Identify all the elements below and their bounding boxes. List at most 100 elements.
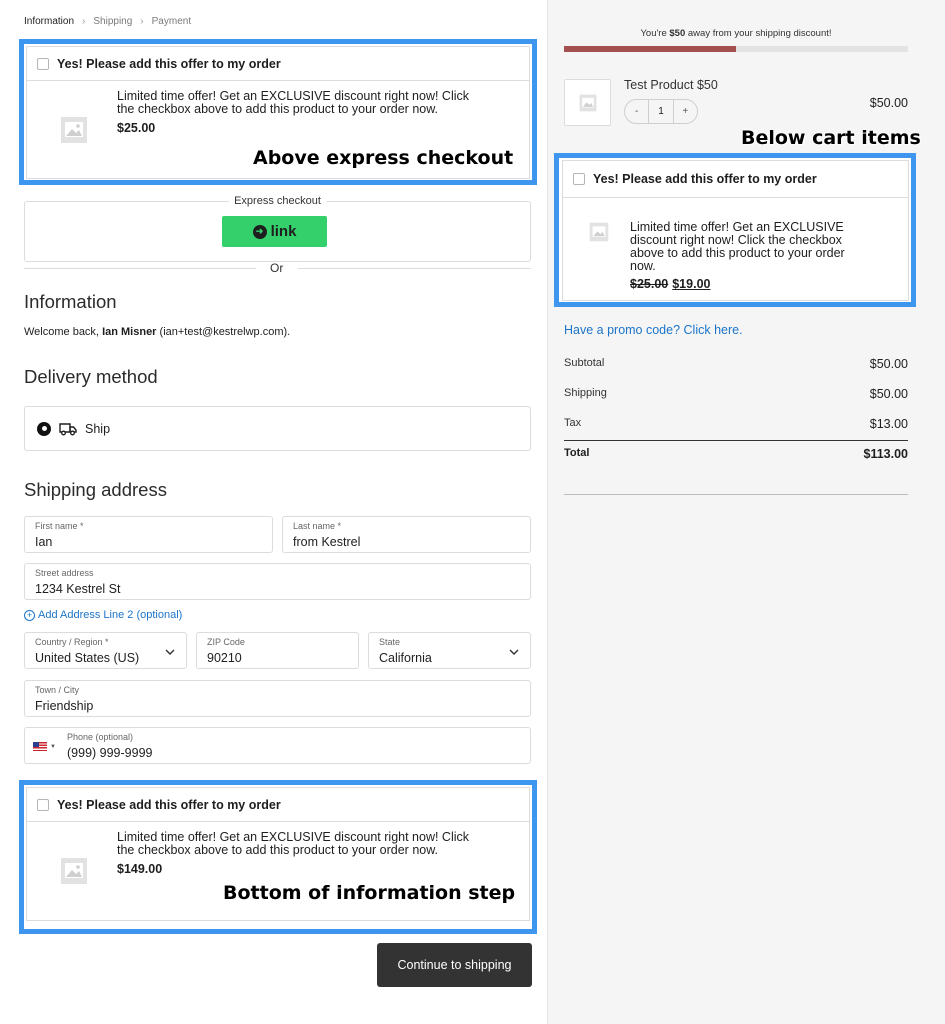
chevron-down-icon bbox=[509, 649, 519, 655]
zip-code-field[interactable]: ZIP Code 90210 bbox=[196, 632, 359, 669]
city-field[interactable]: Town / City Friendship bbox=[24, 680, 531, 717]
country-select[interactable]: Country / Region * United States (US) bbox=[24, 632, 187, 669]
truck-icon bbox=[59, 422, 77, 435]
offer-checkbox-label[interactable]: Yes! Please add this offer to my order bbox=[57, 57, 281, 71]
order-summary-sidebar: You're $50 away from your shipping disco… bbox=[547, 0, 945, 1024]
offer-checkbox[interactable] bbox=[37, 57, 49, 70]
divider bbox=[564, 494, 908, 495]
quantity-stepper: - 1 + bbox=[624, 99, 698, 124]
field-value: California bbox=[379, 651, 432, 665]
tax-row: Tax $13.00 bbox=[564, 417, 908, 431]
image-placeholder-icon bbox=[61, 117, 87, 143]
field-value: 1234 Kestrel St bbox=[35, 582, 121, 596]
user-email: (ian+test@kestrelwp.com). bbox=[156, 326, 291, 338]
qty-increase-button[interactable]: + bbox=[674, 106, 697, 117]
delivery-option-ship[interactable]: Ship bbox=[24, 406, 531, 451]
breadcrumb-information[interactable]: Information bbox=[24, 16, 74, 27]
tax-label: Tax bbox=[564, 417, 582, 429]
ship-option-label: Ship bbox=[85, 421, 111, 436]
image-placeholder-icon bbox=[589, 222, 609, 242]
country-code-select[interactable]: ▼ bbox=[33, 742, 56, 751]
continue-to-shipping-button[interactable]: Continue to shipping bbox=[377, 943, 532, 987]
phone-field[interactable]: ▼ Phone (optional) (999) 999-9999 bbox=[24, 727, 531, 764]
field-label: First name * bbox=[35, 521, 84, 531]
chevron-right-icon: › bbox=[82, 16, 86, 27]
offer-description-line: the checkbox above to add this product t… bbox=[117, 102, 439, 116]
checkout-main-column: Information › Shipping › Payment Yes! Pl… bbox=[0, 0, 547, 1024]
offer-checkbox-label[interactable]: Yes! Please add this offer to my order bbox=[57, 798, 281, 812]
shipping-value: $50.00 bbox=[869, 387, 908, 401]
field-value: Friendship bbox=[35, 699, 94, 713]
welcome-message: Welcome back, Ian Misner (ian+test@kestr… bbox=[24, 326, 290, 338]
image-placeholder-icon bbox=[61, 858, 87, 884]
total-row: Total $113.00 bbox=[564, 447, 908, 461]
total-label: Total bbox=[564, 447, 590, 459]
field-label: Phone (optional) bbox=[67, 732, 134, 742]
field-label: Street address bbox=[35, 568, 94, 578]
or-separator: Or bbox=[270, 261, 284, 275]
street-address-field[interactable]: Street address 1234 Kestrel St bbox=[24, 563, 531, 600]
ship-radio[interactable] bbox=[37, 421, 51, 436]
subtotal-row: Subtotal $50.00 bbox=[564, 357, 908, 371]
field-label: Town / City bbox=[35, 685, 80, 695]
shipping-msg-prefix: You're bbox=[640, 28, 670, 39]
us-flag-icon bbox=[33, 742, 47, 751]
offer-checkbox[interactable] bbox=[573, 173, 585, 185]
offer-description-line: above to add this product to your order bbox=[630, 246, 845, 260]
field-value: United States (US) bbox=[35, 651, 140, 665]
product-price: $50.00 bbox=[869, 96, 908, 110]
delivery-method-heading: Delivery method bbox=[24, 366, 158, 387]
breadcrumb-shipping[interactable]: Shipping bbox=[93, 16, 132, 27]
shipping-discount-message: You're $50 away from your shipping disco… bbox=[564, 28, 908, 39]
offer-price: $25.00 $19.00 bbox=[630, 277, 710, 291]
shipping-progress-bar bbox=[564, 46, 908, 52]
offer-price: $25.00 bbox=[117, 121, 156, 135]
promo-code-link[interactable]: Have a promo code? Click here. bbox=[564, 323, 743, 337]
divider bbox=[564, 440, 908, 441]
shipping-row: Shipping $50.00 bbox=[564, 387, 908, 401]
field-label: Country / Region * bbox=[35, 637, 109, 647]
product-name: Test Product $50 bbox=[624, 78, 718, 92]
link-button-label: link bbox=[270, 223, 297, 240]
shipping-msg-amount: $50 bbox=[669, 28, 686, 39]
tax-value: $13.00 bbox=[869, 417, 908, 431]
chevron-right-icon: › bbox=[140, 16, 144, 27]
qty-decrease-button[interactable]: - bbox=[625, 106, 648, 117]
subtotal-value: $50.00 bbox=[869, 357, 908, 371]
field-label: Last name * bbox=[293, 521, 342, 531]
breadcrumb: Information › Shipping › Payment bbox=[24, 16, 191, 27]
offer-description-line: now. bbox=[630, 259, 656, 273]
divider bbox=[298, 268, 531, 269]
breadcrumb-payment[interactable]: Payment bbox=[152, 16, 191, 27]
field-value: from Kestrel bbox=[293, 535, 361, 549]
shipping-address-heading: Shipping address bbox=[24, 479, 167, 500]
welcome-prefix: Welcome back, bbox=[24, 326, 103, 338]
offer-new-price: $19.00 bbox=[672, 277, 711, 291]
first-name-field[interactable]: First name * Ian bbox=[24, 516, 273, 553]
offer-price: $149.00 bbox=[117, 862, 163, 876]
state-select[interactable]: State California bbox=[368, 632, 531, 669]
add-address-line-2-label: Add Address Line 2 (optional) bbox=[38, 609, 183, 621]
subtotal-label: Subtotal bbox=[564, 357, 605, 369]
annotation-caption: Bottom of information step bbox=[223, 882, 516, 904]
offer-old-price: $25.00 bbox=[630, 277, 669, 291]
total-value: $113.00 bbox=[863, 447, 909, 461]
shipping-label: Shipping bbox=[564, 387, 607, 399]
chevron-down-icon bbox=[165, 649, 175, 655]
field-label: State bbox=[379, 637, 401, 647]
shipping-msg-suffix: away from your shipping discount! bbox=[685, 28, 832, 39]
add-address-line-2-link[interactable]: + Add Address Line 2 (optional) bbox=[24, 609, 182, 621]
last-name-field[interactable]: Last name * from Kestrel bbox=[282, 516, 531, 553]
product-thumbnail bbox=[564, 79, 611, 126]
shipping-progress-fill bbox=[564, 46, 736, 52]
field-value: (999) 999-9999 bbox=[67, 746, 153, 760]
information-heading: Information bbox=[24, 291, 117, 312]
offer-checkbox-label[interactable]: Yes! Please add this offer to my order bbox=[593, 172, 817, 186]
offer-description-line: the checkbox above to add this product t… bbox=[117, 843, 439, 857]
field-value: Ian bbox=[35, 535, 53, 549]
offer-checkbox[interactable] bbox=[37, 798, 49, 811]
qty-value[interactable]: 1 bbox=[648, 100, 674, 123]
image-placeholder-icon bbox=[579, 94, 596, 111]
link-pay-button[interactable]: ➜ link bbox=[222, 216, 327, 247]
annotation-caption: Below cart items bbox=[741, 127, 921, 149]
